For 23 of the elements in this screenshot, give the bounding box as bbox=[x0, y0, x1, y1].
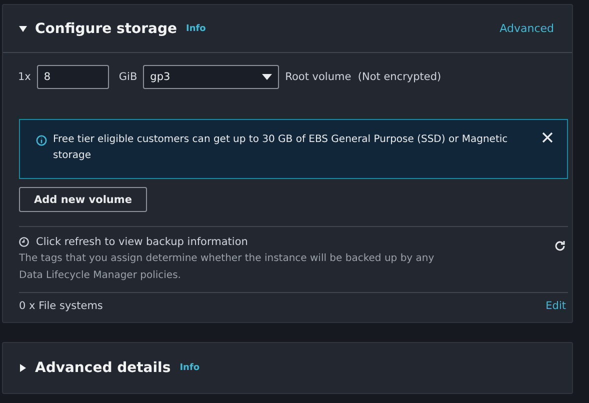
volume-count: 1x bbox=[18, 71, 31, 83]
backup-description: The tags that you assign determine whether the instance will be backed up by any Data Lifecycle Manager policies. bbox=[19, 252, 436, 283]
alert-text: Free tier eligible customers can get up to 30 GB of EBS General Purpose (SSD) or Magnetic storage bbox=[53, 133, 509, 163]
info-link[interactable]: Info bbox=[186, 24, 206, 34]
edit-link[interactable]: Edit bbox=[546, 300, 566, 312]
close-button[interactable] bbox=[542, 132, 553, 143]
caret-right-icon[interactable] bbox=[19, 364, 27, 372]
advanced-link[interactable]: Advanced bbox=[500, 22, 554, 35]
clock-icon bbox=[19, 237, 29, 247]
caret-down-icon bbox=[262, 73, 272, 81]
unit-label: GiB bbox=[118, 71, 138, 83]
volume-type-select[interactable]: gp3 bbox=[143, 65, 280, 89]
size-input[interactable]: 8 bbox=[36, 65, 109, 89]
add-volume-button[interactable]: Add new volume bbox=[19, 187, 147, 212]
refresh-button[interactable] bbox=[554, 240, 566, 252]
volume-description: Root volume (Not encrypted) bbox=[285, 71, 442, 83]
info-link[interactable]: Info bbox=[180, 363, 200, 373]
info-icon bbox=[36, 135, 47, 146]
caret-down-icon[interactable] bbox=[19, 24, 27, 32]
file-systems-label: 0 x File systems bbox=[19, 300, 103, 312]
section-title: Configure storage bbox=[35, 20, 178, 36]
backup-title: Click refresh to view backup information bbox=[36, 236, 248, 248]
section-title: Advanced details bbox=[35, 360, 171, 376]
